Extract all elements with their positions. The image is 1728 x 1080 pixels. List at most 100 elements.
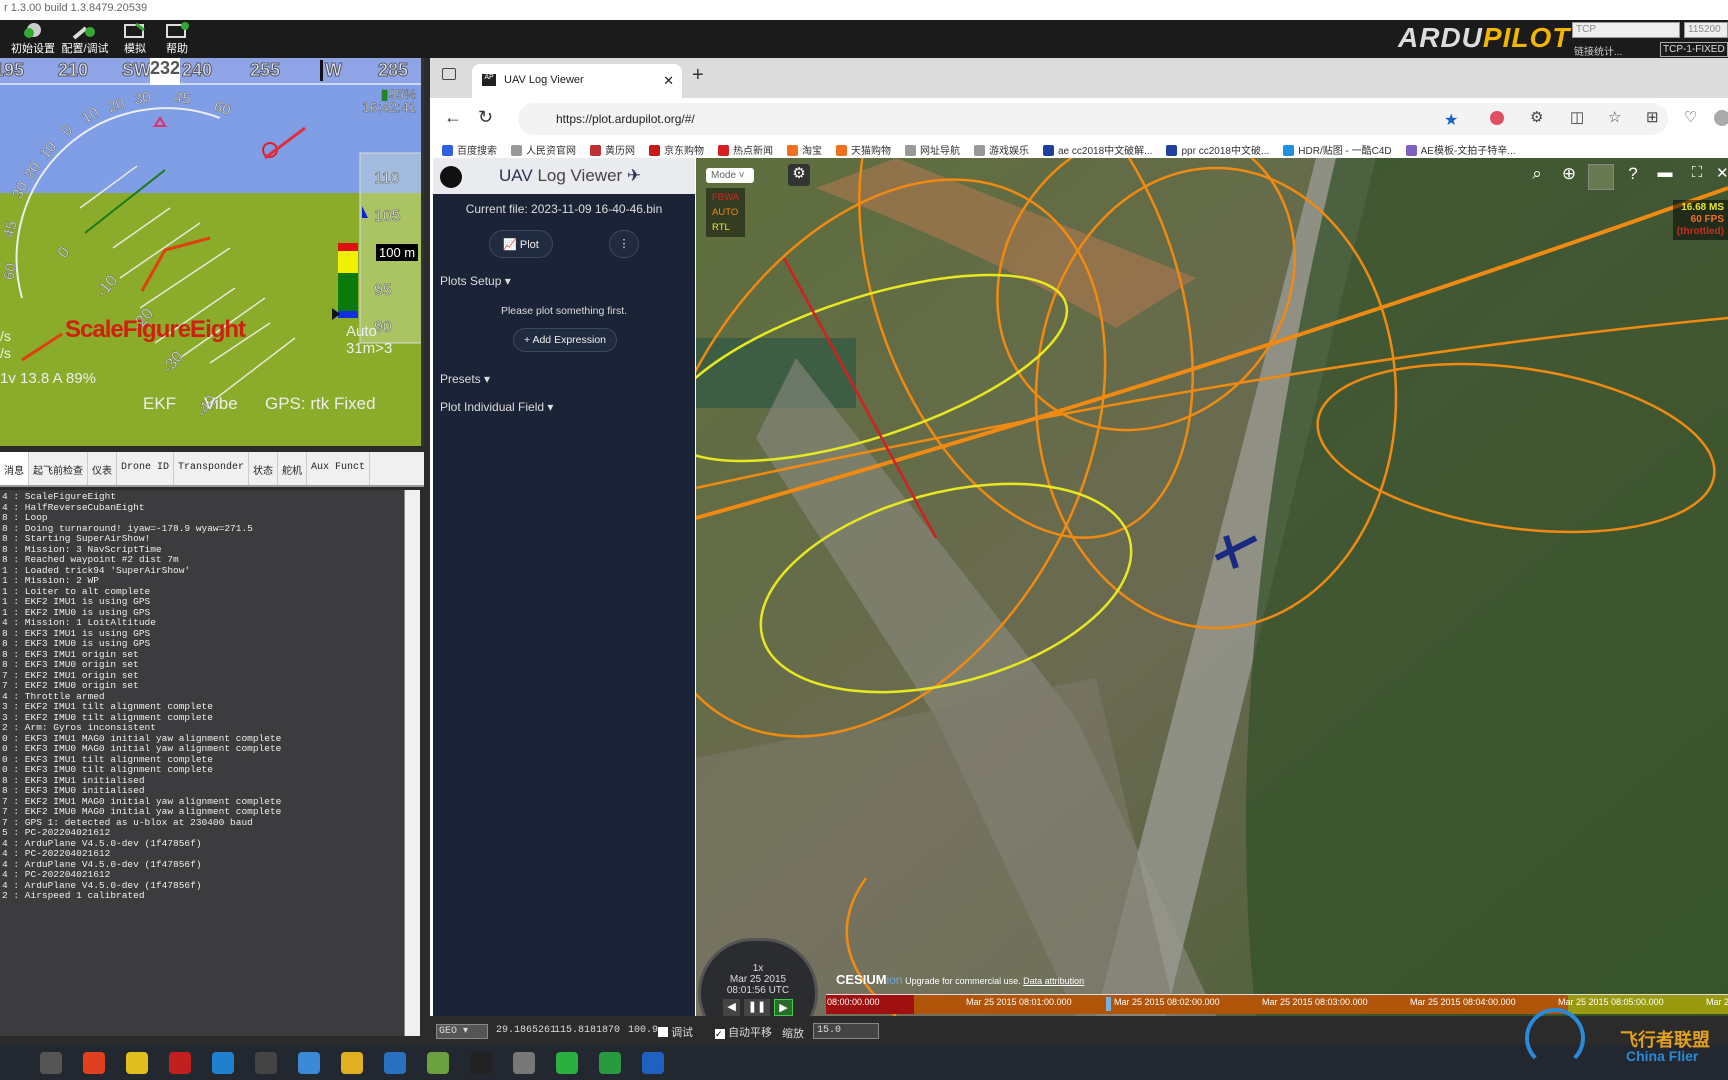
url-text: https://plot.ardupilot.org/#/ bbox=[556, 112, 695, 126]
taskbar-app-icon[interactable] bbox=[83, 1052, 105, 1074]
taskbar-app-icon[interactable] bbox=[298, 1052, 320, 1074]
config-button[interactable]: 配置/调试 bbox=[60, 22, 110, 56]
tab-2[interactable]: 仪表 bbox=[88, 452, 117, 485]
bookmark[interactable]: ppr cc2018中文破... bbox=[1166, 142, 1269, 159]
tab-6[interactable]: 舵机 bbox=[278, 452, 308, 485]
plots-setup-toggle[interactable]: Plots Setup ▾ bbox=[440, 274, 511, 288]
tab-title: UAV Log Viewer bbox=[504, 74, 584, 86]
caret-down-icon: ▾ bbox=[547, 400, 554, 414]
bookmark[interactable]: HDR/贴图 - 一酷C4D bbox=[1283, 142, 1392, 159]
connection-type-select[interactable]: TCP bbox=[1572, 22, 1680, 38]
taskbar-app-icon[interactable] bbox=[556, 1052, 578, 1074]
taskbar-app-icon[interactable] bbox=[427, 1052, 449, 1074]
bookmark[interactable]: 网址导航 bbox=[905, 142, 960, 159]
taskbar-app-icon[interactable] bbox=[513, 1052, 535, 1074]
browser-tab[interactable]: AP UAV Log Viewer ✕ bbox=[472, 64, 682, 98]
fullscreen-icon[interactable]: ⛶ bbox=[1684, 164, 1710, 190]
ekf-status[interactable]: EKF bbox=[143, 394, 176, 414]
bookmark[interactable]: 黄历网 bbox=[590, 142, 635, 159]
bookmark[interactable]: ae cc2018中文破解... bbox=[1043, 142, 1152, 159]
vehicle-select[interactable]: TCP-1-FIXED W bbox=[1660, 42, 1728, 57]
refresh-icon[interactable]: ↻ bbox=[478, 107, 493, 128]
health-icon[interactable]: ♡ bbox=[1684, 108, 1697, 126]
extensions-icon[interactable]: ⚙ bbox=[1530, 108, 1543, 126]
log-line: 8 : Loop bbox=[2, 512, 48, 523]
bookmark-icon bbox=[836, 145, 847, 156]
taskbar-app-icon[interactable] bbox=[126, 1052, 148, 1074]
tab-1[interactable]: 起飞前检查 bbox=[29, 452, 88, 485]
taskbar-app-icon[interactable] bbox=[255, 1052, 277, 1074]
bookmark[interactable]: 天猫购物 bbox=[836, 142, 891, 159]
taskbar-app-icon[interactable] bbox=[40, 1052, 62, 1074]
bookmark-icon bbox=[905, 145, 916, 156]
link-stats-link[interactable]: 链接统计... bbox=[1574, 43, 1622, 58]
favorites-icon[interactable]: ☆ bbox=[1608, 108, 1621, 126]
cesium-map[interactable]: Mode ˅ FBWA AUTO RTL ⚙ ⌕ ⊕ ? ▬ ⛶ ✕ 16.68… bbox=[696, 158, 1728, 1016]
search-icon[interactable]: ⌕ bbox=[1524, 164, 1550, 190]
vibe-status[interactable]: Vibe bbox=[204, 394, 238, 414]
bookmark[interactable]: 百度搜索 bbox=[442, 142, 497, 159]
bookmark[interactable]: 人民资官网 bbox=[511, 142, 576, 159]
coord-mode: GEO bbox=[439, 1026, 458, 1037]
bookmark[interactable]: 游戏娱乐 bbox=[974, 142, 1029, 159]
bookmark-icon bbox=[511, 145, 522, 156]
tab-5[interactable]: 状态 bbox=[249, 452, 279, 485]
bookmark-label: AE模板-文拍子特辛... bbox=[1420, 146, 1516, 157]
plot-button[interactable]: 📈 Plot bbox=[489, 230, 553, 258]
tab-7[interactable]: Aux Funct bbox=[307, 452, 371, 485]
vehicle-follow-icon[interactable]: ▬ bbox=[1652, 164, 1678, 190]
taskbar-app-icon[interactable] bbox=[599, 1052, 621, 1074]
taskbar-app-icon[interactable] bbox=[169, 1052, 191, 1074]
settings-gear-icon[interactable]: ⚙ bbox=[788, 164, 810, 186]
extension-icon[interactable] bbox=[1490, 111, 1504, 125]
help-button[interactable]: 帮助 bbox=[152, 22, 202, 56]
bookmark[interactable]: AE模板-文拍子特辛... bbox=[1405, 142, 1516, 159]
tab-actions-icon[interactable] bbox=[442, 68, 456, 80]
taskbar-app-icon[interactable] bbox=[384, 1052, 406, 1074]
play-reverse-icon[interactable]: ◀ bbox=[723, 999, 740, 1016]
data-attribution-link[interactable]: Data attribution bbox=[1023, 976, 1084, 986]
debug-checkbox[interactable]: 调试 bbox=[658, 1024, 693, 1040]
autopan-checkbox[interactable]: ✓ 自动平移 bbox=[715, 1024, 772, 1040]
taskbar-app-icon[interactable] bbox=[470, 1052, 492, 1074]
tab-4[interactable]: Transponder bbox=[174, 452, 250, 485]
imagery-picker-icon[interactable] bbox=[1588, 164, 1614, 190]
tab-0[interactable]: 消息 bbox=[0, 452, 29, 485]
coord-mode-select[interactable]: GEO ▾ bbox=[436, 1024, 488, 1039]
baud-select[interactable]: 115200 bbox=[1684, 22, 1728, 38]
bookmark[interactable]: 淘宝 bbox=[787, 142, 822, 159]
altitude: 100.9 bbox=[628, 1025, 659, 1036]
taskbar-app-icon[interactable] bbox=[642, 1052, 664, 1074]
split-screen-icon[interactable]: ◫ bbox=[1570, 108, 1584, 126]
github-icon[interactable] bbox=[440, 166, 462, 188]
timeline-needle[interactable] bbox=[1105, 997, 1111, 1011]
favorite-star-icon[interactable]: ★ bbox=[1444, 110, 1458, 130]
collections-icon[interactable]: ⊞ bbox=[1646, 108, 1659, 126]
bookmark[interactable]: 热点新闻 bbox=[718, 142, 773, 159]
back-icon[interactable]: ← bbox=[444, 107, 462, 128]
mode-select[interactable]: Mode ˅ bbox=[706, 168, 754, 183]
bookmark[interactable]: 京东购物 bbox=[649, 142, 704, 159]
new-tab-icon[interactable]: + bbox=[692, 64, 704, 87]
zoom-stepper[interactable]: 15.0 bbox=[813, 1023, 879, 1039]
play-icon[interactable]: ▶ bbox=[774, 999, 793, 1016]
perf-ms: 16.68 MS bbox=[1681, 202, 1724, 213]
presets-toggle[interactable]: Presets ▾ bbox=[440, 372, 490, 386]
airspeed: /s bbox=[0, 328, 11, 344]
globe-icon[interactable]: ⊕ bbox=[1556, 164, 1582, 190]
setup-button[interactable]: 初始设置 bbox=[8, 22, 58, 56]
log-scrollbar[interactable] bbox=[404, 490, 420, 1036]
taskbar-app-icon[interactable] bbox=[212, 1052, 234, 1074]
timeline[interactable]: 08:00:00.000 Mar 25 2015 08:01:00.000 Mar … bbox=[826, 994, 1728, 1014]
more-options-button[interactable]: ⋮ bbox=[609, 230, 639, 258]
pause-icon[interactable]: ❚❚ bbox=[743, 999, 771, 1016]
help-icon[interactable]: ? bbox=[1620, 164, 1646, 190]
plot-individual-field-toggle[interactable]: Plot Individual Field ▾ bbox=[440, 400, 553, 414]
tab-3[interactable]: Drone ID bbox=[117, 452, 175, 485]
profile-avatar[interactable] bbox=[1714, 110, 1728, 126]
close-tab-icon[interactable]: ✕ bbox=[663, 73, 674, 89]
map-imagery[interactable] bbox=[696, 158, 1728, 1016]
taskbar-app-icon[interactable] bbox=[341, 1052, 363, 1074]
close-icon[interactable]: ✕ bbox=[1716, 164, 1728, 190]
add-expression-button[interactable]: + Add Expression bbox=[513, 328, 617, 352]
